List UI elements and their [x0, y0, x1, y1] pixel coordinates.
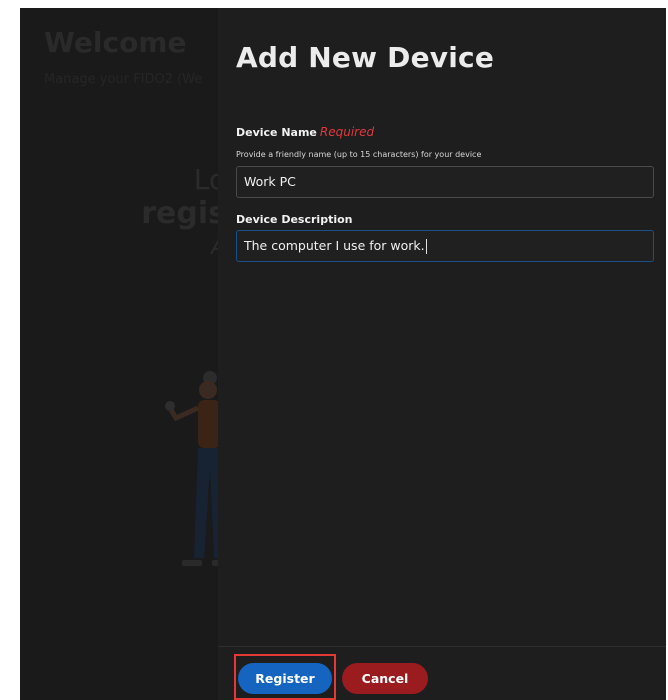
hero-line-1: Lo [193, 163, 226, 196]
device-description-input[interactable]: The computer I use for work. [236, 230, 654, 262]
footer-divider [218, 646, 666, 647]
device-description-label: Device Description [236, 213, 353, 226]
person-illustration [165, 371, 228, 566]
device-name-value: Work PC [244, 174, 296, 189]
device-name-label-text: Device Name [236, 126, 317, 139]
device-name-help: Provide a friendly name (up to 15 charac… [236, 150, 482, 159]
device-name-input[interactable]: Work PC [236, 166, 654, 198]
add-device-panel: Add New Device Device Name Required Provi… [218, 8, 666, 700]
text-cursor [425, 239, 427, 254]
hero-text: Lo regis A [141, 163, 226, 265]
hero-line-2: regis [141, 196, 226, 231]
register-button[interactable]: Register [238, 663, 332, 694]
welcome-subtitle: Manage your FIDO2 (We [44, 72, 203, 87]
welcome-heading: Welcome [44, 26, 187, 59]
device-name-label: Device Name Required [236, 125, 374, 139]
panel-title: Add New Device [236, 41, 495, 74]
cancel-button[interactable]: Cancel [342, 663, 428, 694]
device-description-value: The computer I use for work. [244, 238, 425, 253]
hero-line-3: A [141, 231, 226, 265]
required-indicator: Required [319, 125, 375, 139]
